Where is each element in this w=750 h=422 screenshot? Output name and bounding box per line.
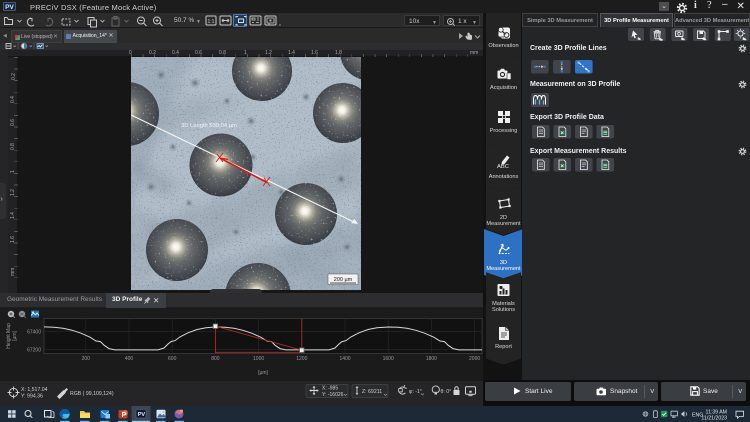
svg-text:800: 800 bbox=[211, 356, 220, 362]
svg-text:600: 600 bbox=[168, 356, 177, 362]
svg-text:Y: -16026: Y: -16026 bbox=[322, 392, 344, 398]
svg-text:[µm]: [µm] bbox=[258, 370, 268, 376]
svg-text:11/21/2023: 11/21/2023 bbox=[701, 416, 727, 422]
svg-text:3D Length 539.04 µm: 3D Length 539.04 µm bbox=[181, 123, 237, 129]
svg-text:1800: 1800 bbox=[426, 356, 437, 362]
svg-text:1600: 1600 bbox=[383, 356, 394, 362]
svg-text:2000: 2000 bbox=[469, 356, 480, 362]
svg-text:Y: 994.36: Y: 994.36 bbox=[21, 394, 43, 400]
svg-text:200: 200 bbox=[82, 356, 91, 362]
svg-text:Z: 69211: Z: 69211 bbox=[362, 389, 382, 395]
svg-text:1000: 1000 bbox=[253, 356, 264, 362]
svg-text:1200: 1200 bbox=[296, 356, 307, 362]
svg-text:1400: 1400 bbox=[339, 356, 350, 362]
svg-text:67200: 67200 bbox=[27, 348, 41, 354]
svg-text:RGB ( 99,109,124): RGB ( 99,109,124) bbox=[70, 391, 114, 397]
svg-text:400: 400 bbox=[125, 356, 134, 362]
svg-text:11:39 AM: 11:39 AM bbox=[705, 409, 727, 415]
svg-text:200 µm: 200 µm bbox=[334, 277, 353, 283]
svg-text:θ: 0°: θ: 0° bbox=[441, 389, 452, 395]
svg-text:P: P bbox=[122, 412, 127, 419]
svg-text:φ: -1°: φ: -1° bbox=[409, 389, 422, 395]
svg-text:X: 1,517.04: X: 1,517.04 bbox=[21, 387, 48, 393]
svg-text:67400: 67400 bbox=[27, 330, 41, 336]
svg-text:[µm]: [µm] bbox=[12, 330, 18, 340]
svg-text:ABC: ABC bbox=[497, 164, 509, 169]
svg-text:1:1: 1:1 bbox=[208, 19, 215, 25]
svg-text:PV: PV bbox=[138, 412, 146, 418]
svg-text:X: -985: X: -985 bbox=[322, 386, 338, 392]
